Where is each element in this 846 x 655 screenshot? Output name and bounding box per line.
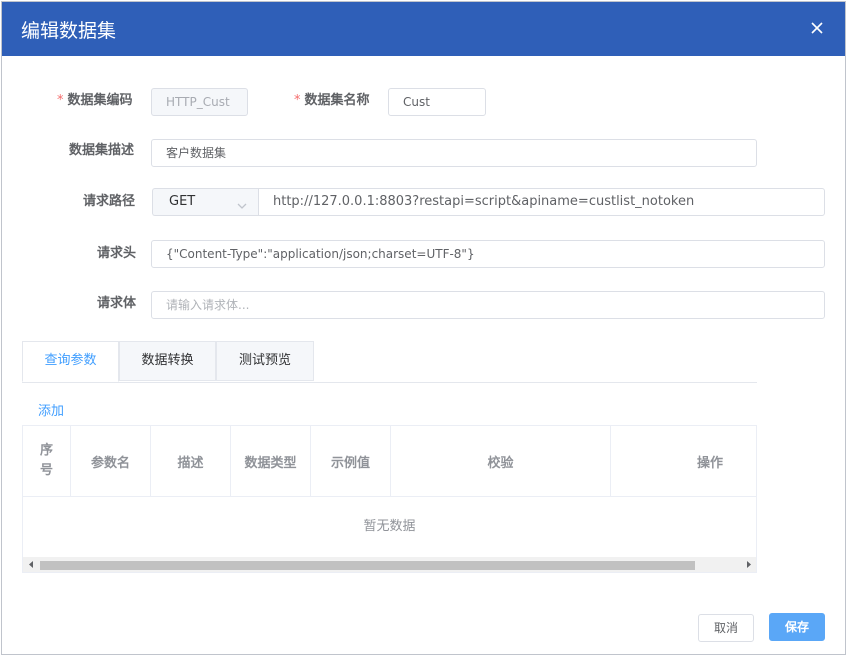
request-url-input[interactable]: http://127.0.0.1:8803?restapi=script&api… bbox=[258, 188, 825, 216]
request-header-label: 请求头 bbox=[97, 246, 137, 261]
dialog-header: 编辑数据集 bbox=[2, 2, 845, 56]
dataset-tabs: 查询参数 数据转换 测试预览 bbox=[22, 341, 757, 383]
request-header-input[interactable]: {"Content-Type":"application/json;charse… bbox=[151, 240, 825, 268]
request-body-input[interactable]: 请输入请求体... bbox=[151, 291, 825, 319]
required-mark: * bbox=[294, 93, 301, 108]
tab-query-params[interactable]: 查询参数 bbox=[22, 341, 119, 382]
request-path-label: 请求路径 bbox=[83, 194, 136, 209]
dataset-name-input[interactable]: Cust bbox=[388, 88, 486, 116]
empty-state-text: 暂无数据 bbox=[363, 519, 416, 534]
column-header-description: 描述 bbox=[151, 426, 231, 497]
close-icon[interactable] bbox=[807, 18, 827, 38]
scrollbar-thumb[interactable] bbox=[40, 561, 695, 570]
dialog-title: 编辑数据集 bbox=[21, 20, 117, 42]
column-header-validation: 校验 bbox=[391, 426, 611, 497]
required-mark: * bbox=[57, 93, 64, 108]
name-label-text: 数据集名称 bbox=[304, 93, 370, 108]
column-header-example: 示例值 bbox=[311, 426, 391, 497]
scroll-left-icon[interactable] bbox=[26, 559, 37, 570]
tab-test-preview[interactable]: 测试预览 bbox=[216, 341, 314, 381]
tab-data-transform[interactable]: 数据转换 bbox=[119, 341, 216, 381]
name-label: * 数据集名称 bbox=[294, 91, 370, 111]
description-label: 数据集描述 bbox=[69, 143, 135, 158]
column-header-index-text: 序号 bbox=[39, 443, 53, 478]
column-header-data-type: 数据类型 bbox=[231, 426, 311, 497]
dataset-code-input[interactable]: HTTP_Cust bbox=[151, 88, 248, 116]
add-param-link[interactable]: 添加 bbox=[38, 402, 64, 422]
params-table: 序号 参数名 描述 数据类型 示例值 校验 操作 暂无数据 bbox=[22, 425, 757, 573]
code-label: * 数据集编码 bbox=[57, 91, 133, 111]
http-method-value: GET bbox=[169, 194, 196, 209]
column-header-param-name: 参数名 bbox=[71, 426, 151, 497]
code-label-text: 数据集编码 bbox=[67, 93, 133, 108]
dataset-description-input[interactable]: 客户数据集 bbox=[151, 139, 757, 167]
horizontal-scrollbar[interactable] bbox=[23, 557, 756, 572]
chevron-down-icon bbox=[236, 196, 248, 209]
scroll-right-icon[interactable] bbox=[743, 559, 754, 570]
http-method-select[interactable]: GET bbox=[152, 188, 258, 216]
save-button[interactable]: 保存 bbox=[769, 613, 825, 641]
column-header-actions: 操作 bbox=[611, 426, 756, 497]
cancel-button[interactable]: 取消 bbox=[698, 614, 754, 642]
request-body-label: 请求体 bbox=[97, 296, 137, 311]
edit-dataset-dialog: 编辑数据集 * 数据集编码 HTTP_Cust * 数据集名称 Cust 数据集描述… bbox=[1, 1, 846, 655]
column-header-index: 序号 bbox=[23, 426, 71, 497]
